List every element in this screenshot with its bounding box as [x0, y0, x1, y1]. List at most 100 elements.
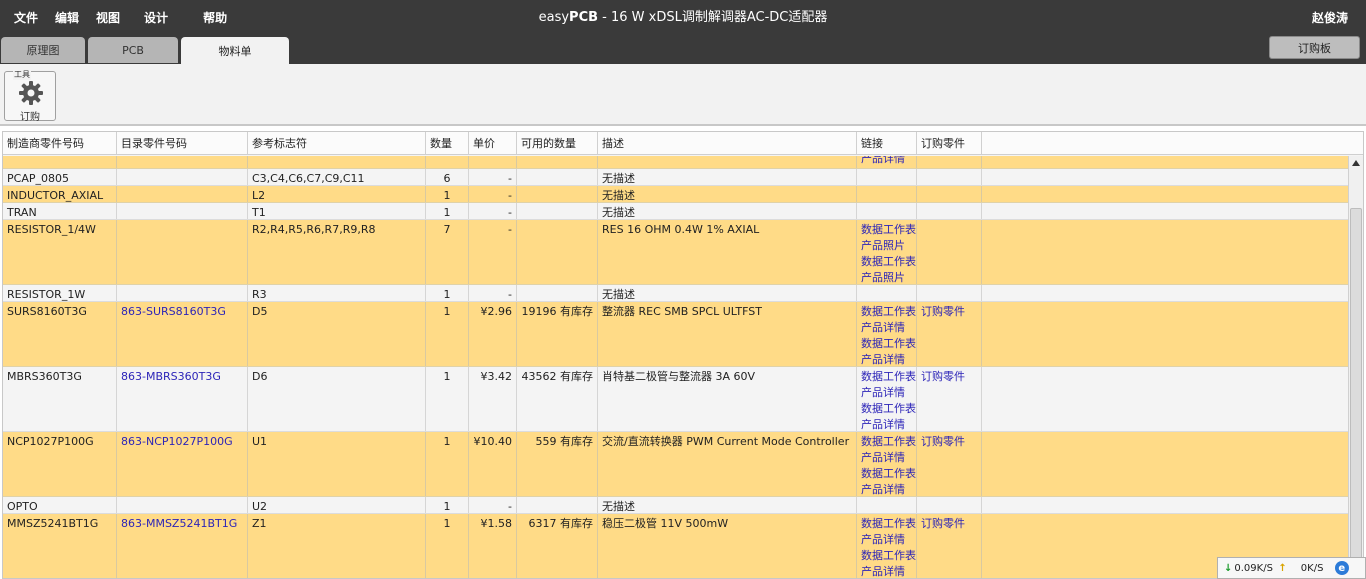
browser-icon[interactable]: e — [1334, 561, 1349, 575]
user-name[interactable]: 赵俊涛 — [1312, 9, 1348, 26]
reference-cell: R3 — [248, 285, 426, 301]
header-unit-price[interactable]: 单价 — [469, 132, 517, 155]
reference-designators: L2 — [252, 189, 266, 202]
table-row[interactable]: RESISTOR_1/4W R2,R4,R5,R6,R7,R9,R8 7 - RES 1… — [3, 220, 1349, 285]
unit-price-value: ¥3.42 — [480, 370, 513, 383]
table-row[interactable]: OPTO U2 1 - 无描述 — [3, 497, 1349, 514]
table-row-partial: 产品详情 — [3, 156, 1349, 169]
datasheet-link[interactable]: 数据工作表 — [861, 254, 916, 270]
catalog-part-link[interactable]: 863-MMSZ5241BT1G — [121, 517, 237, 530]
tab-pcb[interactable]: PCB — [88, 37, 178, 63]
vertical-scrollbar[interactable] — [1348, 156, 1363, 578]
menu-file[interactable]: 文件 — [0, 9, 38, 26]
table-row[interactable]: RESISTOR_1W R3 1 - 无描述 — [3, 285, 1349, 302]
datasheet-link[interactable]: 数据工作表 — [861, 222, 916, 238]
unit-price-value: ¥1.58 — [480, 517, 513, 530]
scroll-thumb[interactable] — [1350, 208, 1362, 578]
spacer-cell — [982, 432, 1349, 496]
part-description: 无描述 — [602, 189, 635, 202]
part-description: RES 16 OHM 0.4W 1% AXIAL — [602, 223, 760, 236]
quantity-cell: 6 — [426, 169, 469, 185]
header-available[interactable]: 可用的数量 — [517, 132, 598, 155]
order-part-link[interactable]: 订购零件 — [921, 304, 977, 320]
mfr-part-cell: SURS8160T3G — [3, 302, 117, 366]
table-row[interactable]: PCAP_0805 C3,C4,C6,C7,C9,C11 6 - 无描述 — [3, 169, 1349, 186]
datasheet-link[interactable]: 数据工作表 — [861, 466, 916, 482]
datasheet-link[interactable]: 数据工作表 — [861, 548, 916, 564]
table-cell: 产品详情 — [857, 156, 917, 168]
order-part-link[interactable]: 订购零件 — [921, 434, 977, 450]
table-row[interactable]: MMSZ5241BT1G 863-MMSZ5241BT1G Z1 1 ¥1.58 6317… — [3, 514, 1349, 578]
menu-edit[interactable]: 编辑 — [38, 9, 79, 26]
datasheet-link[interactable]: 数据工作表 — [861, 401, 916, 417]
available-cell — [517, 203, 598, 219]
scroll-up-arrow-icon[interactable] — [1352, 160, 1360, 166]
datasheet-link[interactable]: 产品详情 — [861, 385, 912, 401]
unit-price-cell: - — [469, 497, 517, 513]
table-cell — [982, 156, 1349, 168]
datasheet-link[interactable]: 数据工作表 — [861, 304, 916, 320]
menu-view[interactable]: 视图 — [79, 9, 120, 26]
datasheet-link[interactable]: 数据工作表 — [861, 369, 916, 385]
available-cell — [517, 497, 598, 513]
datasheet-link[interactable]: 数据工作表 — [861, 434, 916, 450]
catalog-part-link[interactable]: 863-NCP1027P100G — [121, 435, 233, 448]
tab-bom[interactable]: 物料单 — [181, 37, 289, 64]
catalog-part-cell — [117, 186, 248, 202]
datasheet-link[interactable]: 产品照片 — [861, 270, 912, 284]
datasheet-link[interactable]: 产品详情 — [861, 417, 912, 431]
table-row[interactable]: MBRS360T3G 863-MBRS360T3G D6 1 ¥3.42 43562 有库… — [3, 367, 1349, 432]
header-mfr-part[interactable]: 制造商零件号码 — [3, 132, 117, 155]
table-row[interactable]: INDUCTOR_AXIAL L2 1 - 无描述 — [3, 186, 1349, 203]
table-row[interactable]: TRAN T1 1 - 无描述 — [3, 203, 1349, 220]
datasheet-link[interactable]: 数据工作表 — [861, 516, 916, 532]
mfr-part-number: TRAN — [7, 206, 37, 219]
catalog-part-link[interactable]: 863-SURS8160T3G — [121, 305, 226, 318]
header-description[interactable]: 描述 — [598, 132, 857, 155]
datasheet-link[interactable]: 产品详情 — [861, 482, 912, 496]
datasheet-link[interactable]: 数据工作表 — [861, 336, 916, 352]
order-board-button[interactable]: 订购板 — [1269, 36, 1360, 59]
order-part-link[interactable]: 订购零件 — [921, 369, 977, 385]
menu-design[interactable]: 设计 — [120, 9, 168, 26]
datasheet-link[interactable]: 产品详情 — [861, 320, 912, 336]
order-cell — [917, 285, 982, 301]
links-cell — [857, 169, 917, 185]
datasheet-link[interactable]: 产品详情 — [861, 450, 912, 466]
mfr-part-number: RESISTOR_1W — [7, 288, 86, 301]
tab-schematic[interactable]: 原理图 — [1, 37, 85, 63]
spacer-cell — [982, 367, 1349, 431]
catalog-part-link[interactable]: 863-MBRS360T3G — [121, 370, 221, 383]
datasheet-link[interactable]: 产品详情 — [861, 564, 912, 578]
description-cell: 无描述 — [598, 169, 857, 185]
catalog-part-cell: 863-SURS8160T3G — [117, 302, 248, 366]
table-cell — [117, 156, 248, 168]
bom-table: 制造商零件号码 目录零件号码 参考标志符 数量 单价 可用的数量 描述 链接 订… — [2, 131, 1364, 579]
table-cell — [917, 156, 982, 168]
header-quantity[interactable]: 数量 — [426, 132, 469, 155]
description-cell: RES 16 OHM 0.4W 1% AXIAL — [598, 220, 857, 284]
available-cell — [517, 169, 598, 185]
header-catalog-part[interactable]: 目录零件号码 — [117, 132, 248, 155]
datasheet-link[interactable]: 产品照片 — [861, 238, 912, 254]
table-row[interactable]: NCP1027P100G 863-NCP1027P100G U1 1 ¥10.40 559… — [3, 432, 1349, 497]
part-description: 稳压二极管 11V 500mW — [602, 517, 729, 530]
order-tool-button[interactable]: 工具 订购 — [4, 69, 56, 123]
part-description: 无描述 — [602, 288, 635, 301]
product-detail-link[interactable]: 产品详情 — [861, 156, 912, 167]
menu-help[interactable]: 帮助 — [168, 9, 227, 26]
reference-designators: C3,C4,C6,C7,C9,C11 — [252, 172, 365, 185]
menu-bar: 文件 编辑 视图 设计 帮助 — [0, 0, 227, 34]
spacer-cell — [982, 220, 1349, 284]
app-title-brand-pcb: PCB — [569, 10, 599, 25]
header-links[interactable]: 链接 — [857, 132, 917, 155]
unit-price-cell: - — [469, 285, 517, 301]
header-reference[interactable]: 参考标志符 — [248, 132, 426, 155]
datasheet-link[interactable]: 产品详情 — [861, 352, 912, 366]
table-row[interactable]: SURS8160T3G 863-SURS8160T3G D5 1 ¥2.96 19196 … — [3, 302, 1349, 367]
header-order[interactable]: 订购零件 — [917, 132, 982, 155]
links-cell: 数据工作表 产品照片 数据工作表 产品照片 — [857, 220, 917, 284]
order-part-link[interactable]: 订购零件 — [921, 516, 977, 532]
datasheet-link[interactable]: 产品详情 — [861, 532, 912, 548]
spacer-cell — [982, 302, 1349, 366]
